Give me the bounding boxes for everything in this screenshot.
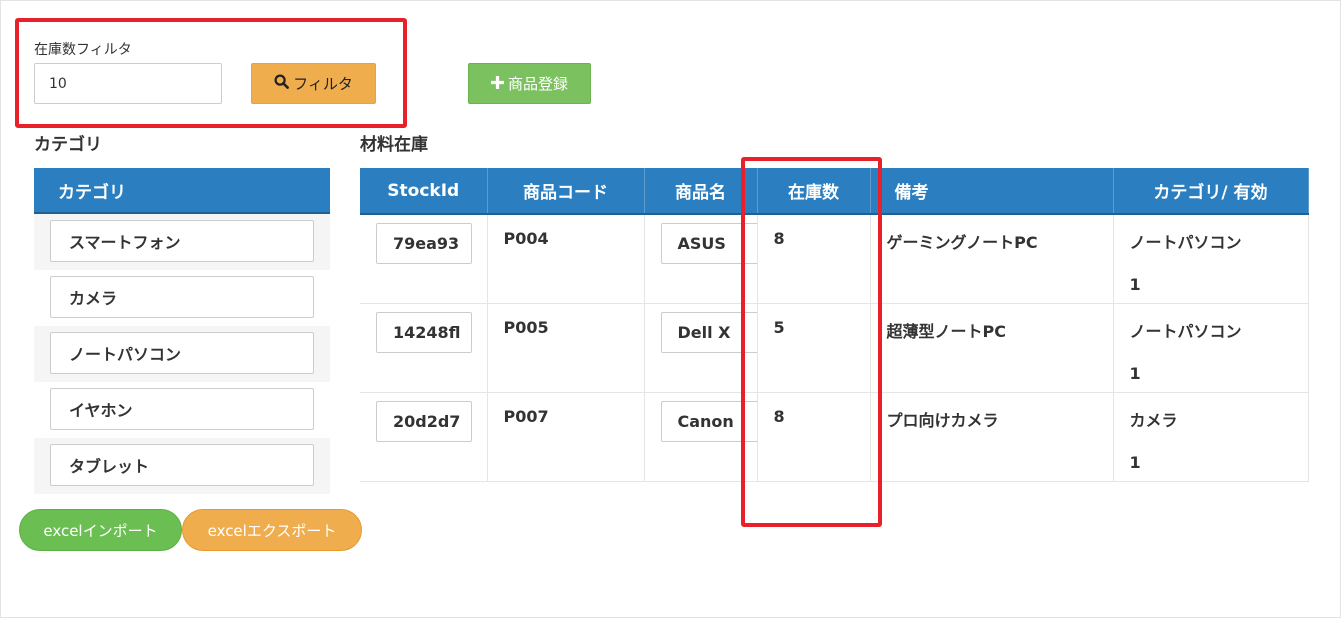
stock-id-cell: 14248fl [360, 303, 488, 393]
category-button-laptop[interactable]: ノートパソコン [50, 332, 314, 374]
category-active-cell: ノートパソコン 1 [1113, 303, 1309, 393]
list-item: スマートフォン [34, 214, 330, 270]
column-header-stockid[interactable]: StockId [360, 168, 488, 215]
column-header-code[interactable]: 商品コード [487, 168, 645, 215]
plus-icon [490, 75, 504, 93]
category-active-cell: カメラ 1 [1113, 392, 1309, 482]
stock-id-button[interactable]: 14248fl [376, 311, 472, 353]
category-button-earphone[interactable]: イヤホン [50, 388, 314, 430]
active-flag: 1 [1129, 363, 1141, 383]
column-header-note[interactable]: 備考 [870, 168, 1114, 215]
list-item: ノートパソコン [34, 326, 330, 382]
stock-id-button[interactable]: 79ea93 [376, 223, 472, 264]
stock-qty-highlight-box [741, 157, 882, 527]
active-flag: 1 [1129, 452, 1141, 472]
note-cell: ゲーミングノートPC [870, 214, 1114, 304]
stock-section-title: 材料在庫 [360, 135, 428, 155]
product-code-cell: P005 [487, 303, 645, 393]
list-item: タブレット [34, 438, 330, 494]
category-button-smartphone[interactable]: スマートフォン [50, 220, 314, 262]
category-active-cell: ノートパソコン 1 [1113, 214, 1309, 304]
stock-id-button[interactable]: 20d2d7 [376, 400, 472, 442]
stock-id-cell: 20d2d7 [360, 392, 488, 482]
category-value: ノートパソコン [1129, 233, 1242, 252]
category-value: カメラ [1129, 410, 1178, 430]
note-cell: 超薄型ノートPC [870, 303, 1114, 393]
category-button-tablet[interactable]: タブレット [50, 444, 314, 486]
product-code-cell: P004 [487, 214, 645, 304]
list-item: イヤホン [34, 382, 330, 438]
category-panel-header: カテゴリ [34, 168, 330, 214]
category-section-title: カテゴリ [34, 135, 102, 155]
category-value: ノートパソコン [1129, 321, 1242, 341]
note-cell: プロ向けカメラ [870, 392, 1114, 482]
active-flag: 1 [1129, 275, 1141, 294]
list-item: カメラ [34, 270, 330, 326]
filter-highlight-box [15, 18, 407, 128]
add-product-button[interactable]: 商品登録 [468, 63, 591, 104]
excel-import-button[interactable]: excelインポート [19, 509, 182, 551]
column-header-category-active[interactable]: カテゴリ/ 有効 [1113, 168, 1309, 215]
excel-export-button[interactable]: excelエクスポート [182, 509, 362, 551]
add-product-label: 商品登録 [507, 75, 568, 93]
category-button-camera[interactable]: カメラ [50, 276, 314, 318]
category-panel: カテゴリ スマートフォン カメラ ノートパソコン イヤホン タブレット [34, 168, 330, 494]
product-code-cell: P007 [487, 392, 645, 482]
stock-id-cell: 79ea93 [360, 214, 488, 304]
